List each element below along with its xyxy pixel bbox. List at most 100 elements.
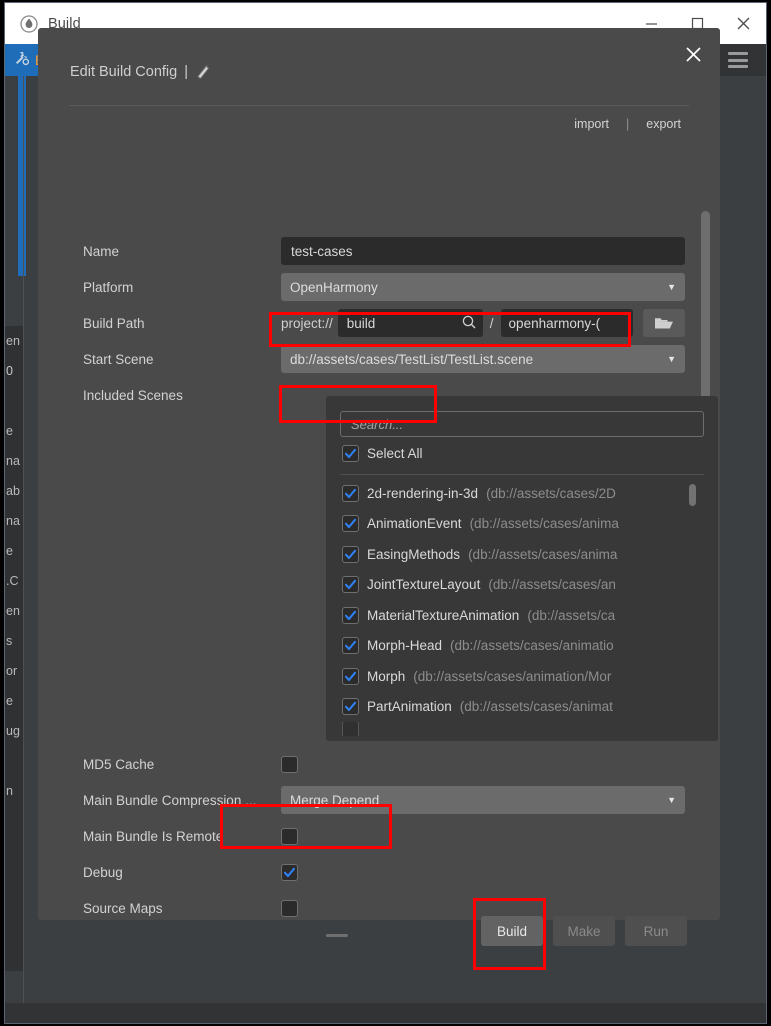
list-item-partial[interactable] bbox=[326, 722, 718, 736]
scene-checkbox[interactable] bbox=[342, 515, 359, 533]
hamburger-menu-icon[interactable] bbox=[728, 52, 748, 68]
folder-open-icon[interactable] bbox=[643, 309, 685, 337]
edit-build-config-dialog: Edit Build Config | import | export Name bbox=[38, 28, 720, 946]
chevron-down-icon: ▼ bbox=[667, 354, 676, 364]
dialog-divider bbox=[69, 105, 689, 106]
source-maps-label: Source Maps bbox=[83, 900, 163, 916]
scene-search-input[interactable]: Search... bbox=[340, 411, 704, 437]
dialog-header: Edit Build Config | bbox=[70, 64, 211, 80]
scene-name: Morph bbox=[367, 668, 406, 684]
export-link[interactable]: export bbox=[638, 113, 689, 135]
bg-fragment: e bbox=[6, 544, 13, 558]
start-scene-select[interactable]: db://assets/cases/TestList/TestList.scen… bbox=[281, 345, 685, 373]
list-item[interactable]: Morph-Head (db://assets/cases/animatio bbox=[326, 631, 718, 662]
debug-checkbox[interactable] bbox=[281, 863, 298, 881]
bg-fragment: en bbox=[6, 604, 20, 618]
bg-fragment: ab bbox=[6, 484, 20, 498]
main-bundle-compression-label: Main Bundle Compression ... bbox=[83, 792, 257, 808]
list-item[interactable]: Morph (db://assets/cases/animation/Mor bbox=[326, 661, 718, 692]
platform-select[interactable]: OpenHarmony ▼ bbox=[281, 273, 685, 301]
bg-fragment: na bbox=[6, 514, 20, 528]
source-maps-checkbox[interactable] bbox=[281, 899, 298, 917]
close-icon[interactable] bbox=[720, 3, 766, 44]
included-scenes-label: Included Scenes bbox=[83, 387, 183, 403]
scene-list[interactable]: 2d-rendering-in-3d (db://assets/cases/2D… bbox=[326, 478, 718, 736]
links-separator: | bbox=[626, 117, 630, 131]
md5-cache-checkbox[interactable] bbox=[281, 755, 298, 773]
scene-checkbox[interactable] bbox=[342, 698, 359, 716]
form-row-platform: Platform OpenHarmony ▼ bbox=[38, 269, 720, 305]
build-config-form: Name test-cases Platform OpenHarmony ▼ B… bbox=[38, 233, 720, 413]
build-window: Build Build bbox=[4, 2, 767, 1024]
list-item[interactable]: AnimationEvent (db://assets/cases/anima bbox=[326, 509, 718, 540]
main-bundle-is-remote-label: Main Bundle Is Remote bbox=[83, 828, 224, 844]
scene-path: (db://assets/cases/animatio bbox=[450, 638, 614, 654]
scene-checkbox[interactable] bbox=[342, 606, 359, 624]
form-row-debug: Debug bbox=[38, 854, 720, 890]
bg-fragment: ug bbox=[6, 724, 20, 738]
select-all-label: Select All bbox=[367, 446, 423, 461]
build-path-prefix: project:// bbox=[281, 315, 333, 331]
bg-fragment: e bbox=[6, 694, 13, 708]
form-row-md5-cache: MD5 Cache bbox=[38, 746, 720, 782]
bg-fragment: e bbox=[6, 424, 13, 438]
list-item[interactable]: MaterialTextureAnimation (db://assets/ca bbox=[326, 600, 718, 631]
scene-checkbox[interactable] bbox=[342, 576, 359, 594]
status-bar bbox=[5, 1003, 766, 1023]
scene-path: (db://assets/ca bbox=[527, 607, 616, 623]
bg-fragment: or bbox=[6, 664, 18, 678]
run-button[interactable]: Run bbox=[625, 916, 687, 946]
scene-checkbox[interactable] bbox=[342, 637, 359, 655]
partial-option-row bbox=[326, 934, 348, 937]
build-path-label: Build Path bbox=[83, 315, 145, 331]
list-item[interactable]: 2d-rendering-in-3d (db://assets/cases/2D bbox=[326, 478, 718, 509]
scene-name: Morph-Head bbox=[367, 638, 443, 654]
background-clipped-panel: en 0 e na ab na e .C en s or e ug n bbox=[5, 326, 23, 971]
scene-checkbox[interactable] bbox=[342, 722, 359, 736]
build-output-input[interactable]: openharmony-( bbox=[500, 309, 633, 337]
scene-name: JointTextureLayout bbox=[367, 577, 481, 593]
build-button[interactable]: Build bbox=[481, 916, 543, 946]
bg-fragment: na bbox=[6, 454, 20, 468]
make-button[interactable]: Make bbox=[553, 916, 615, 946]
platform-label: Platform bbox=[83, 279, 134, 295]
dialog-actions: Build Make Run bbox=[481, 916, 687, 946]
list-item[interactable]: PartAnimation (db://assets/cases/animat bbox=[326, 692, 718, 723]
scene-list-scrollbar-thumb[interactable] bbox=[689, 484, 696, 506]
bg-fragment: s bbox=[6, 634, 13, 648]
scene-checkbox[interactable] bbox=[342, 545, 359, 563]
included-scenes-panel: Search... Select All 2d-rendering-in-3d … bbox=[326, 396, 718, 741]
main-bundle-is-remote-checkbox[interactable] bbox=[281, 827, 298, 845]
main-bundle-compression-value: Merge Depend bbox=[290, 792, 380, 808]
dialog-close-icon[interactable] bbox=[680, 41, 706, 67]
form-row-name: Name test-cases bbox=[38, 233, 720, 269]
scene-list-divider bbox=[340, 474, 704, 475]
select-all-row[interactable]: Select All bbox=[342, 445, 423, 462]
document-icon[interactable] bbox=[195, 64, 211, 80]
scene-path: (db://assets/cases/animat bbox=[459, 699, 613, 715]
hammer-wrench-icon bbox=[14, 50, 30, 71]
scene-checkbox[interactable] bbox=[342, 667, 359, 685]
droplet-icon bbox=[19, 14, 39, 34]
bg-fragment: n bbox=[6, 784, 13, 798]
build-path-input[interactable]: build bbox=[337, 309, 483, 337]
background-accent-strip bbox=[18, 76, 26, 276]
chevron-down-icon: ▼ bbox=[667, 282, 676, 292]
select-all-checkbox[interactable] bbox=[342, 445, 359, 462]
name-input[interactable]: test-cases bbox=[281, 237, 685, 265]
import-link[interactable]: import bbox=[566, 113, 617, 135]
scene-path: (db://assets/cases/anima bbox=[468, 546, 618, 562]
platform-value: OpenHarmony bbox=[290, 279, 378, 295]
bg-fragment bbox=[5, 386, 23, 416]
scene-checkbox[interactable] bbox=[342, 484, 359, 502]
magnifier-icon[interactable] bbox=[461, 314, 477, 333]
main-bundle-compression-select[interactable]: Merge Depend ▼ bbox=[281, 786, 685, 814]
bg-fragment bbox=[5, 746, 23, 776]
scene-path: (db://assets/cases/an bbox=[488, 577, 616, 593]
md5-cache-label: MD5 Cache bbox=[83, 756, 155, 772]
form-row-start-scene: Start Scene db://assets/cases/TestList/T… bbox=[38, 341, 720, 377]
list-item[interactable]: EasingMethods (db://assets/cases/anima bbox=[326, 539, 718, 570]
start-scene-value: db://assets/cases/TestList/TestList.scen… bbox=[290, 351, 534, 367]
scene-name: AnimationEvent bbox=[367, 516, 462, 532]
list-item[interactable]: JointTextureLayout (db://assets/cases/an bbox=[326, 570, 718, 601]
